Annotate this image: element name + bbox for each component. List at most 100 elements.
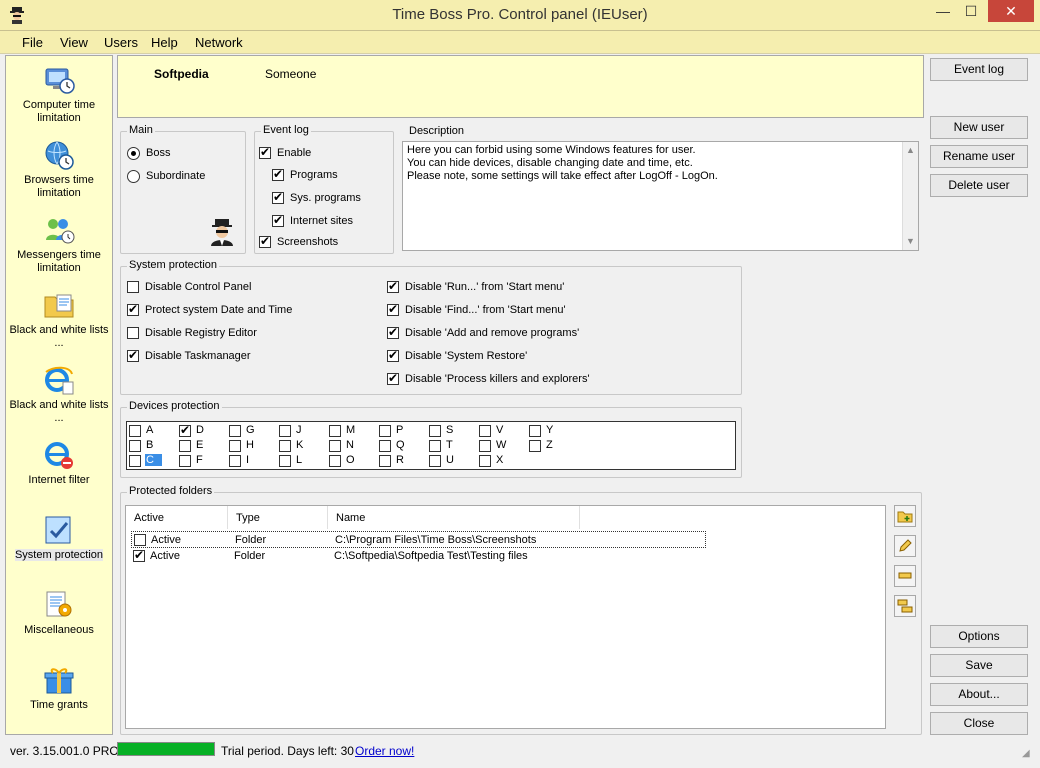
col-header-name[interactable]: Name [328, 506, 580, 529]
device-c-checkbox[interactable] [129, 455, 141, 467]
remove-folder-button[interactable] [894, 565, 916, 587]
device-label: S [446, 424, 454, 436]
event-log-button[interactable]: Event log [930, 58, 1028, 81]
edit-folder-button[interactable] [894, 535, 916, 557]
device-h-checkbox[interactable] [229, 440, 241, 452]
disable-run-label: Disable 'Run...' from 'Start menu' [405, 281, 565, 293]
col-header-active[interactable]: Active [126, 506, 228, 529]
event-log-screenshots-checkbox[interactable] [259, 234, 271, 248]
folders-table: Active Type Name Active Folder C:\Progra… [125, 505, 886, 729]
nav-messengers-time[interactable]: Messengers time limitation [6, 210, 112, 282]
close-button[interactable]: Close [930, 712, 1028, 735]
trial-progress-bar [117, 742, 215, 756]
menu-network[interactable]: Network [195, 35, 243, 50]
ie-list-icon [45, 366, 74, 395]
add-folder-button[interactable] [894, 505, 916, 527]
device-r-checkbox[interactable] [379, 455, 391, 467]
boss-radio[interactable] [127, 147, 140, 160]
device-s-checkbox[interactable] [429, 425, 441, 437]
device-k-checkbox[interactable] [279, 440, 291, 452]
event-log-sys-programs-checkbox[interactable] [272, 190, 284, 204]
subordinate-radio[interactable] [127, 170, 140, 183]
nav-internet-filter[interactable]: Internet filter [6, 435, 112, 507]
disable-control-panel-label: Disable Control Panel [145, 281, 252, 293]
device-label: Y [546, 424, 554, 436]
device-x-checkbox[interactable] [479, 455, 491, 467]
resize-grip-icon[interactable]: ◢ [1022, 748, 1030, 759]
device-o-checkbox[interactable] [329, 455, 341, 467]
table-row[interactable]: Active Folder C:\Softpedia\Softpedia Tes… [131, 548, 706, 565]
menu-file[interactable]: File [22, 35, 43, 50]
table-row[interactable]: Active Folder C:\Program Files\Time Boss… [131, 531, 706, 548]
device-n-checkbox[interactable] [329, 440, 341, 452]
device-l-checkbox[interactable] [279, 455, 291, 467]
device-t-checkbox[interactable] [429, 440, 441, 452]
description-scrollbar[interactable]: ▲ ▼ [902, 142, 918, 250]
boss-label: Boss [146, 147, 171, 159]
delete-user-button[interactable]: Delete user [930, 174, 1028, 197]
device-e-checkbox[interactable] [179, 440, 191, 452]
device-w-checkbox[interactable] [479, 440, 491, 452]
device-f-checkbox[interactable] [179, 455, 191, 467]
nav-computer-time[interactable]: Computer time limitation [6, 60, 112, 132]
device-j-checkbox[interactable] [279, 425, 291, 437]
options-button[interactable]: Options [930, 625, 1028, 648]
nav-black-white-lists-sites[interactable]: Black and white lists ... [6, 360, 112, 432]
system-protection-group: System protection Disable Control Panel … [120, 259, 742, 395]
save-button[interactable]: Save [930, 654, 1028, 677]
disable-add-remove-checkbox[interactable] [387, 325, 399, 339]
menu-help[interactable]: Help [151, 35, 178, 50]
device-label: X [496, 454, 504, 466]
device-a-checkbox[interactable] [129, 425, 141, 437]
event-log-group-title: Event log [261, 124, 311, 136]
disable-system-restore-checkbox[interactable] [387, 348, 399, 362]
device-z-checkbox[interactable] [529, 440, 541, 452]
disable-find-checkbox[interactable] [387, 302, 399, 316]
disable-registry-editor-checkbox[interactable] [127, 327, 139, 339]
nav-browsers-time[interactable]: Browsers time limitation [6, 135, 112, 207]
protect-date-time-label: Protect system Date and Time [145, 304, 293, 316]
protect-date-time-checkbox[interactable] [127, 302, 139, 316]
user-panel[interactable]: Softpedia Someone [117, 55, 924, 118]
disable-control-panel-checkbox[interactable] [127, 281, 139, 293]
row-active-checkbox[interactable] [134, 534, 146, 546]
event-log-internet-sites-checkbox[interactable] [272, 213, 284, 227]
device-b-checkbox[interactable] [129, 440, 141, 452]
event-log-internet-sites-label: Internet sites [290, 215, 353, 227]
disable-process-killers-checkbox[interactable] [387, 371, 399, 385]
close-window-button[interactable]: ✕ [988, 0, 1034, 22]
menu-view[interactable]: View [60, 35, 88, 50]
disable-taskmanager-checkbox[interactable] [127, 348, 139, 362]
nav-time-grants[interactable]: Time grants [6, 660, 112, 732]
device-label: V [496, 424, 504, 436]
minimize-button[interactable]: — [930, 0, 956, 22]
maximize-button[interactable]: ☐ [958, 0, 984, 22]
about-button[interactable]: About... [930, 683, 1028, 706]
disable-run-checkbox[interactable] [387, 279, 399, 293]
device-u-checkbox[interactable] [429, 455, 441, 467]
device-v-checkbox[interactable] [479, 425, 491, 437]
col-header-type[interactable]: Type [228, 506, 328, 529]
user-fullname: Someone [265, 67, 317, 81]
order-now-link[interactable]: Order now! [355, 744, 414, 758]
nav-system-protection[interactable]: System protection [6, 510, 112, 582]
device-g-checkbox[interactable] [229, 425, 241, 437]
rename-user-button[interactable]: Rename user [930, 145, 1028, 168]
device-q-checkbox[interactable] [379, 440, 391, 452]
event-log-programs-checkbox[interactable] [272, 167, 284, 181]
move-folder-button[interactable] [894, 595, 916, 617]
device-d-checkbox[interactable] [179, 423, 191, 437]
nav-black-white-lists-programs[interactable]: Black and white lists ... [6, 285, 112, 357]
device-i-checkbox[interactable] [229, 455, 241, 467]
device-p-checkbox[interactable] [379, 425, 391, 437]
device-m-checkbox[interactable] [329, 425, 341, 437]
minimize-icon: — [936, 3, 950, 19]
menu-users[interactable]: Users [104, 35, 138, 50]
device-label: T [446, 439, 453, 451]
new-user-button[interactable]: New user [930, 116, 1028, 139]
device-label: W [496, 439, 507, 451]
nav-miscellaneous[interactable]: Miscellaneous [6, 585, 112, 657]
event-log-enable-checkbox[interactable] [259, 145, 271, 159]
row-active-checkbox[interactable] [133, 548, 145, 562]
device-y-checkbox[interactable] [529, 425, 541, 437]
